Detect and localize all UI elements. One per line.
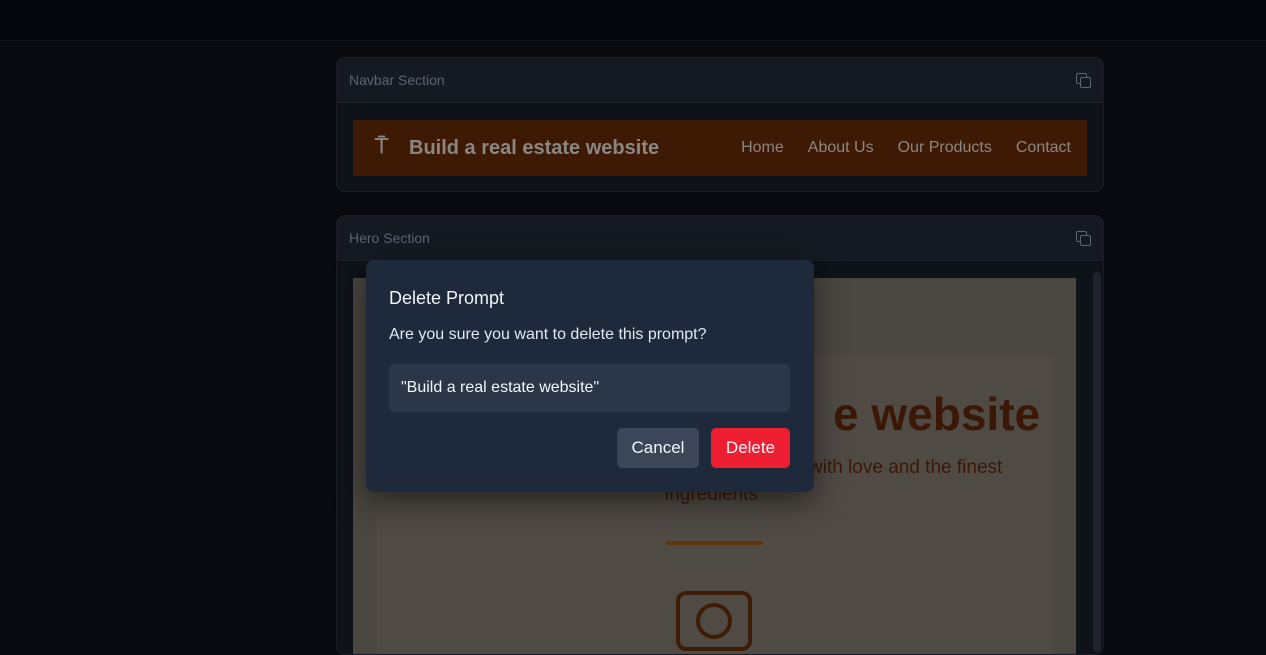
delete-button[interactable]: Delete [711,428,790,468]
cancel-button[interactable]: Cancel [617,428,699,468]
dialog-message: Are you sure you want to delete this pro… [389,326,707,343]
delete-prompt-dialog: Delete Prompt Are you sure you want to d… [366,260,814,492]
dialog-title: Delete Prompt [389,288,505,308]
prompt-quote: "Build a real estate website" [389,364,790,412]
